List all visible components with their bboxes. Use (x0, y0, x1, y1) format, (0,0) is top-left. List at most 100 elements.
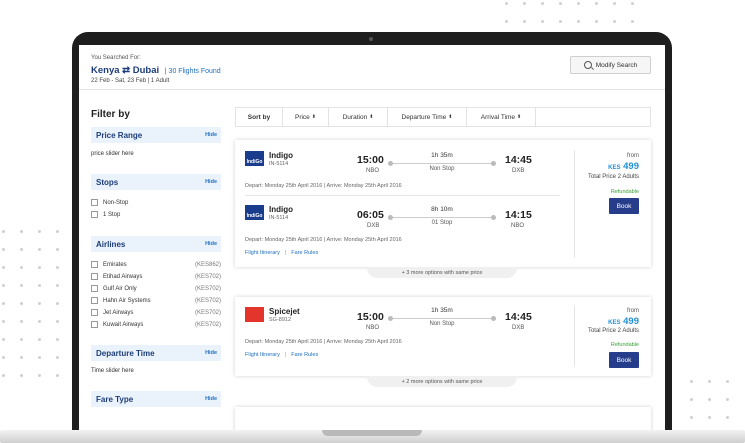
more-options-toggle[interactable]: + 3 more options with same price (367, 267, 517, 278)
logo-text: IndiGo (246, 213, 263, 219)
hide-fare-type-link[interactable]: Hide (205, 396, 217, 402)
filter-section-departure-time: Departure Time Hide (91, 345, 221, 361)
flight-itinerary-link[interactable]: Flight Itinerary (245, 250, 280, 256)
currency: KES (608, 165, 621, 171)
arrival-time: 14:45 (505, 154, 532, 166)
leg-divider (245, 195, 560, 196)
link-separator: | (284, 352, 287, 358)
camera-icon (369, 37, 373, 41)
checkbox[interactable] (91, 273, 98, 280)
sort-price-label: Price (294, 113, 310, 121)
sort-by-label: Sort by (236, 108, 283, 126)
time-slider-placeholder: Time slider here (91, 368, 134, 374)
airline-name: Hahn Air Systems (103, 297, 151, 304)
book-button[interactable]: Book (609, 352, 639, 368)
sort-arrows-icon: ⬍ (369, 114, 374, 120)
stops-count: Non Stop (429, 166, 455, 172)
spicejet-logo (245, 307, 264, 322)
card-links: Flight Itinerary | Fare Rules (245, 352, 318, 358)
airline-option[interactable]: Etihad Airways (KES702) (91, 273, 221, 280)
sort-duration-label: Duration (342, 113, 368, 121)
checkbox[interactable] (91, 309, 98, 316)
card-links: Flight Itinerary | Fare Rules (245, 250, 318, 256)
filter-title: Filter by (91, 109, 130, 120)
modify-search-button[interactable]: Modify Search (570, 56, 651, 74)
stops-count: 01 Stop (431, 220, 453, 226)
stops-option-non-stop[interactable]: Non-Stop (91, 199, 221, 206)
flight-itinerary-link[interactable]: Flight Itinerary (245, 352, 280, 358)
stops-option-1-stop[interactable]: 1 Stop (91, 211, 221, 218)
airline-name: Kuwait Airways (103, 321, 144, 328)
fare-type-title: Fare Type (96, 395, 134, 404)
indigo-logo: IndiGo (245, 205, 264, 220)
filter-section-airlines: Airlines Hide (91, 236, 221, 252)
sort-arrival-time-button[interactable]: Arrival Time ⬍ (467, 108, 536, 126)
search-summary-header: You Searched For: Kenya ⇄ Dubai | 30 Fli… (79, 45, 665, 90)
sort-price-button[interactable]: Price ⬍ (283, 108, 329, 126)
airline-option[interactable]: Kuwait Airways (KES702) (91, 321, 221, 328)
depart-arrive-info: Depart: Monday 25th April 2016 | Arrive:… (245, 183, 402, 189)
hide-price-range-link[interactable]: Hide (205, 132, 217, 138)
airline-option[interactable]: Hahn Air Systems (KES702) (91, 297, 221, 304)
laptop-frame: You Searched For: Kenya ⇄ Dubai | 30 Fli… (72, 32, 672, 436)
stops-count: Non Stop (429, 321, 455, 327)
you-searched-label: You Searched For: (91, 55, 141, 61)
price-amount: KES 499 (608, 161, 639, 172)
currency: KES (608, 320, 621, 326)
flight-code: IN-5114 (269, 215, 289, 221)
checkbox[interactable] (91, 211, 98, 218)
destination-city: Dubai (132, 65, 160, 76)
fare-rules-link[interactable]: Fare Rules (291, 352, 318, 358)
price-amount: KES 499 (608, 316, 639, 327)
checkbox[interactable] (91, 321, 98, 328)
airline-option[interactable]: Jet Airways (KES702) (91, 309, 221, 316)
checkbox[interactable] (91, 297, 98, 304)
depart-arrive-info: Depart: Monday 25th April 2016 | Arrive:… (245, 237, 402, 243)
swap-arrows-icon: ⇄ (122, 65, 131, 76)
hide-departure-time-link[interactable]: Hide (205, 350, 217, 356)
flight-duration: 8h 10m (431, 206, 453, 213)
logo-text: IndiGo (246, 159, 263, 165)
flight-result-card: Spicejet SG-8912 15:00 NBO 1h 35m Non St… (235, 297, 651, 376)
sort-duration-button[interactable]: Duration ⬍ (329, 108, 388, 126)
hide-stops-link[interactable]: Hide (205, 179, 217, 185)
sort-arrows-icon: ⬍ (448, 114, 453, 120)
refundable-badge: Refundable (610, 342, 639, 348)
total-price-label: Total Price 2 Adults (587, 328, 639, 334)
airline-name: Gulf Air Only (103, 285, 137, 292)
from-label: from (627, 153, 639, 159)
price-value: 499 (623, 161, 639, 172)
travel-dates: 22 Feb - Sat, 23 Feb | 1 Adult (91, 78, 170, 84)
fare-rules-link[interactable]: Fare Rules (291, 250, 318, 256)
departure-time: 15:00 (357, 154, 384, 166)
flight-duration: 1h 35m (431, 152, 453, 159)
more-options-toggle[interactable]: + 2 more options with same price (367, 376, 517, 387)
filter-section-price-range: Price Range Hide (91, 127, 221, 143)
price-value: 499 (623, 316, 639, 327)
book-button[interactable]: Book (609, 198, 639, 214)
airline-option[interactable]: Gulf Air Only (KES702) (91, 285, 221, 292)
checkbox[interactable] (91, 199, 98, 206)
checkbox[interactable] (91, 261, 98, 268)
airline-name: Indigo (269, 151, 293, 160)
price-slider-placeholder: price slider here (91, 151, 134, 157)
price-range-title: Price Range (96, 131, 143, 140)
departure-time-title: Departure Time (96, 349, 155, 358)
sort-bar: Sort by Price ⬍ Duration ⬍ Departure Time ⬍… (235, 107, 651, 127)
laptop-notch (322, 430, 422, 436)
route-line (388, 215, 496, 220)
indigo-logo: IndiGo (245, 151, 264, 166)
arrival-time: 14:45 (505, 311, 532, 323)
airlines-title: Airlines (96, 240, 126, 249)
checkbox[interactable] (91, 285, 98, 292)
arrival-time: 14:15 (505, 209, 532, 221)
sort-departure-label: Departure Time (401, 113, 447, 121)
departure-city: NBO (366, 168, 380, 174)
departure-time: 06:05 (357, 209, 384, 221)
search-icon (583, 61, 592, 69)
link-separator: | (284, 250, 287, 256)
hide-airlines-link[interactable]: Hide (205, 241, 217, 247)
sort-departure-time-button[interactable]: Departure Time ⬍ (388, 108, 467, 126)
departure-city: DXB (367, 223, 380, 229)
airline-option[interactable]: Emirates (KES862) (91, 261, 221, 268)
